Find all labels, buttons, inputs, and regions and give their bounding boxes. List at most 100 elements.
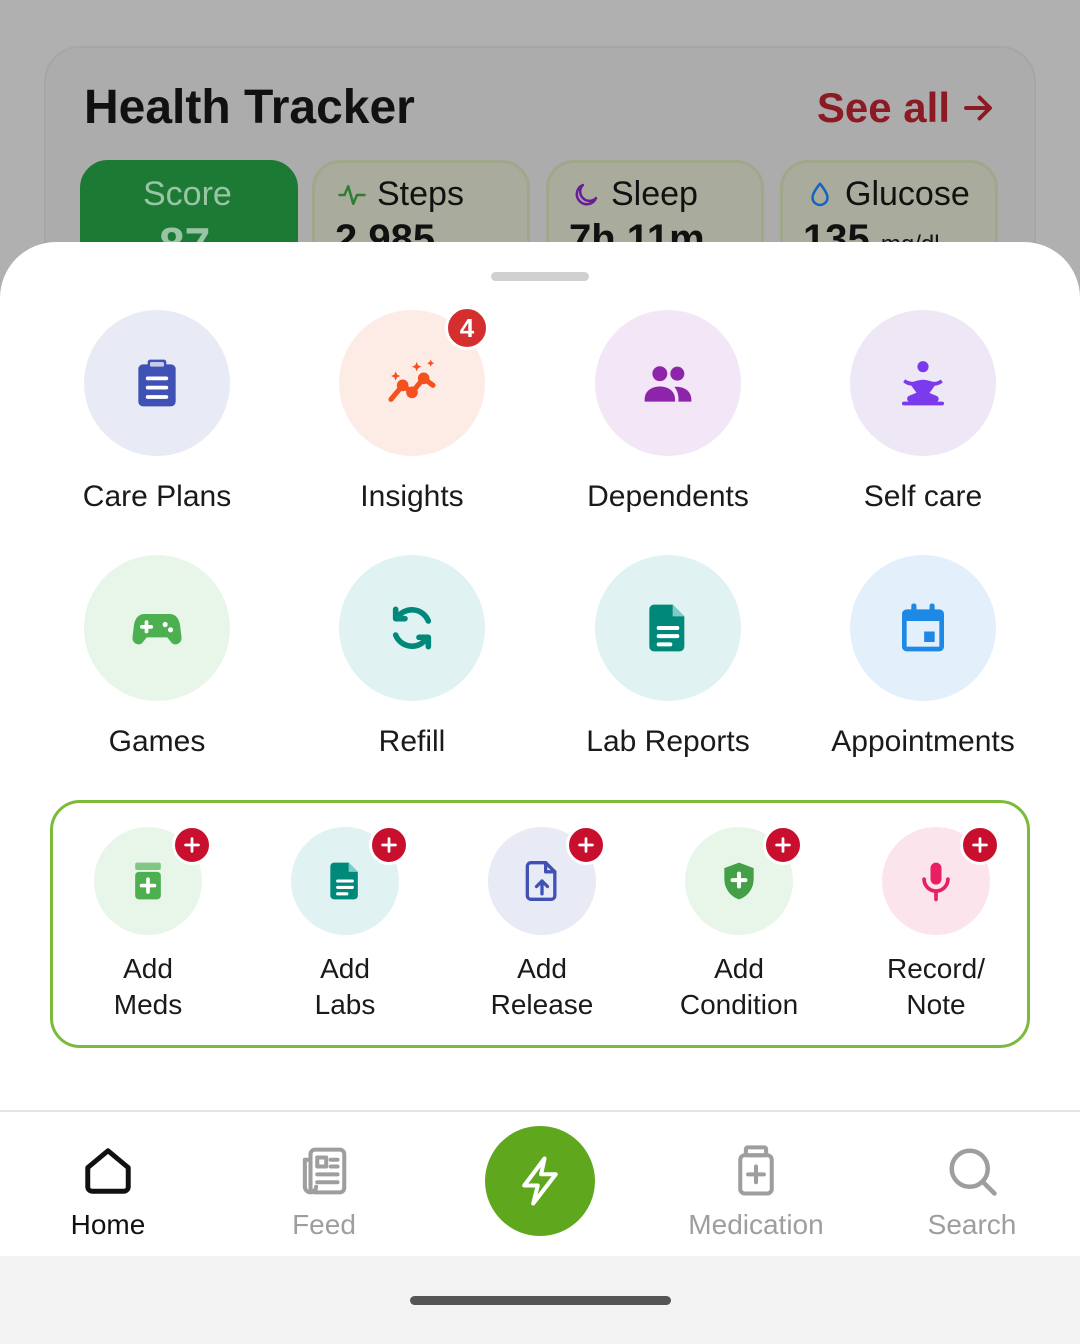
document-icon — [330, 862, 358, 900]
tile-insights-label: Insights — [360, 480, 464, 513]
nav-search-label: Search — [927, 1209, 1017, 1240]
moon-icon — [575, 183, 598, 205]
tile-dependents[interactable]: Dependents — [548, 310, 788, 514]
home-icon — [85, 1148, 131, 1194]
tile-lab-reports-circle — [595, 555, 741, 701]
nav-home-label: Home — [70, 1209, 146, 1240]
nav-feed[interactable]: Feed — [224, 1144, 424, 1241]
medicine-bottle-icon — [738, 1145, 774, 1196]
quick-add-record-note-line1: Record/ — [886, 953, 986, 984]
system-gesture-bar — [0, 1256, 1080, 1344]
plus-badge — [960, 825, 1000, 865]
quick-add-condition-line2: Condition — [679, 989, 799, 1020]
quick-add-release-line2: Release — [490, 989, 594, 1020]
sheet-drag-handle[interactable] — [491, 272, 589, 281]
tile-games-circle — [84, 555, 230, 701]
search-icon — [949, 1148, 997, 1196]
quick-add-labs-line1: Add — [320, 953, 370, 984]
quick-add-condition[interactable]: Add Condition — [644, 825, 834, 1023]
microphone-icon — [922, 862, 950, 902]
tile-self-care-circle — [850, 310, 996, 456]
quick-add-record-note-line2: Note — [906, 989, 966, 1020]
metric-glucose-label: Glucose — [845, 175, 970, 213]
quick-add-labs-circle — [291, 825, 409, 935]
insights-badge: 4 — [445, 306, 489, 350]
quick-add-labs-label: Add Labs — [250, 951, 440, 1023]
nav-search[interactable]: Search — [872, 1144, 1072, 1241]
calendar-icon — [902, 603, 944, 652]
tile-care-plans[interactable]: Care Plans — [37, 310, 277, 514]
plus-badge — [172, 825, 212, 865]
quick-add-meds-line1: Add — [123, 953, 173, 984]
tile-appointments-label: Appointments — [831, 725, 1015, 758]
plus-badge — [763, 825, 803, 865]
tile-refill-circle — [339, 555, 485, 701]
insights-icon — [388, 359, 436, 402]
tile-refill-label: Refill — [378, 725, 446, 758]
quick-add-release-circle — [488, 825, 606, 935]
nav-home[interactable]: Home — [8, 1144, 208, 1241]
meditation-icon — [902, 361, 944, 406]
quick-add-condition-circle — [685, 825, 803, 935]
plus-icon — [381, 837, 397, 853]
see-all-label: See all — [816, 84, 950, 131]
people-icon — [644, 366, 692, 402]
quick-add-record-note-label: Record/Note — [841, 951, 1031, 1023]
lightning-icon — [522, 1156, 558, 1206]
quick-actions-button[interactable] — [485, 1126, 595, 1236]
document-icon — [649, 604, 685, 652]
quick-add-condition-label: Add Condition — [644, 951, 834, 1023]
quick-add-labs-line2: Labs — [314, 989, 376, 1020]
gamepad-icon — [132, 614, 182, 645]
plus-badge — [566, 825, 606, 865]
metric-sleep-label: Sleep — [611, 175, 698, 213]
tile-appointments[interactable]: Appointments — [803, 555, 1043, 759]
metric-steps-label: Steps — [377, 175, 464, 213]
nav-medication-label: Medication — [688, 1209, 824, 1240]
home-indicator[interactable] — [410, 1296, 671, 1305]
quick-add-condition-line1: Add — [714, 953, 764, 984]
nav-feed-label: Feed — [292, 1209, 356, 1240]
clipboard-icon — [138, 359, 176, 407]
quick-add-record-note[interactable]: Record/Note — [841, 825, 1031, 1023]
quick-add-panel: Add Meds Add Labs Add Release Add Condition — [50, 800, 1030, 1048]
plus-icon — [184, 837, 200, 853]
tile-appointments-circle — [850, 555, 996, 701]
quick-add-meds[interactable]: Add Meds — [53, 825, 243, 1023]
shield-plus-icon — [724, 862, 754, 900]
tile-lab-reports-label: Lab Reports — [586, 725, 750, 758]
tile-refill[interactable]: Refill — [292, 555, 532, 759]
tile-care-plans-circle — [84, 310, 230, 456]
nav-medication[interactable]: Medication — [656, 1144, 856, 1241]
quick-add-release[interactable]: Add Release — [447, 825, 637, 1023]
plus-icon — [775, 837, 791, 853]
plus-icon — [578, 837, 594, 853]
quick-add-meds-line2: Meds — [113, 989, 183, 1020]
tile-games-label: Games — [108, 725, 206, 758]
tile-self-care[interactable]: Self care — [803, 310, 1043, 514]
plus-icon — [972, 837, 988, 853]
tile-dependents-circle — [595, 310, 741, 456]
newspaper-icon — [302, 1147, 347, 1195]
drop-icon — [811, 182, 829, 206]
medicine-bottle-icon — [135, 862, 161, 900]
quick-add-record-note-circle — [882, 825, 1000, 935]
tile-games[interactable]: Games — [37, 555, 277, 759]
plus-badge — [369, 825, 409, 865]
quick-add-labs[interactable]: Add Labs — [250, 825, 440, 1023]
tile-insights-circle: 4 — [339, 306, 489, 456]
tile-self-care-label: Self care — [863, 480, 983, 513]
bottom-nav: Home Feed Medication Search — [0, 1110, 1080, 1256]
bottom-sheet: Care Plans 4 Insights Dependents Self ca… — [0, 242, 1080, 1112]
metric-score-label: Score — [143, 175, 232, 213]
tile-care-plans-label: Care Plans — [82, 480, 232, 513]
tile-lab-reports[interactable]: Lab Reports — [548, 555, 788, 759]
file-upload-icon — [525, 861, 557, 901]
quick-add-meds-label: Add Meds — [53, 951, 243, 1023]
quick-add-meds-circle — [94, 825, 212, 935]
pulse-icon — [338, 184, 366, 205]
tile-insights[interactable]: 4 Insights — [292, 306, 532, 514]
quick-add-release-label: Add Release — [447, 951, 637, 1023]
see-all-link[interactable]: See all — [817, 84, 996, 132]
refresh-icon — [392, 606, 432, 650]
